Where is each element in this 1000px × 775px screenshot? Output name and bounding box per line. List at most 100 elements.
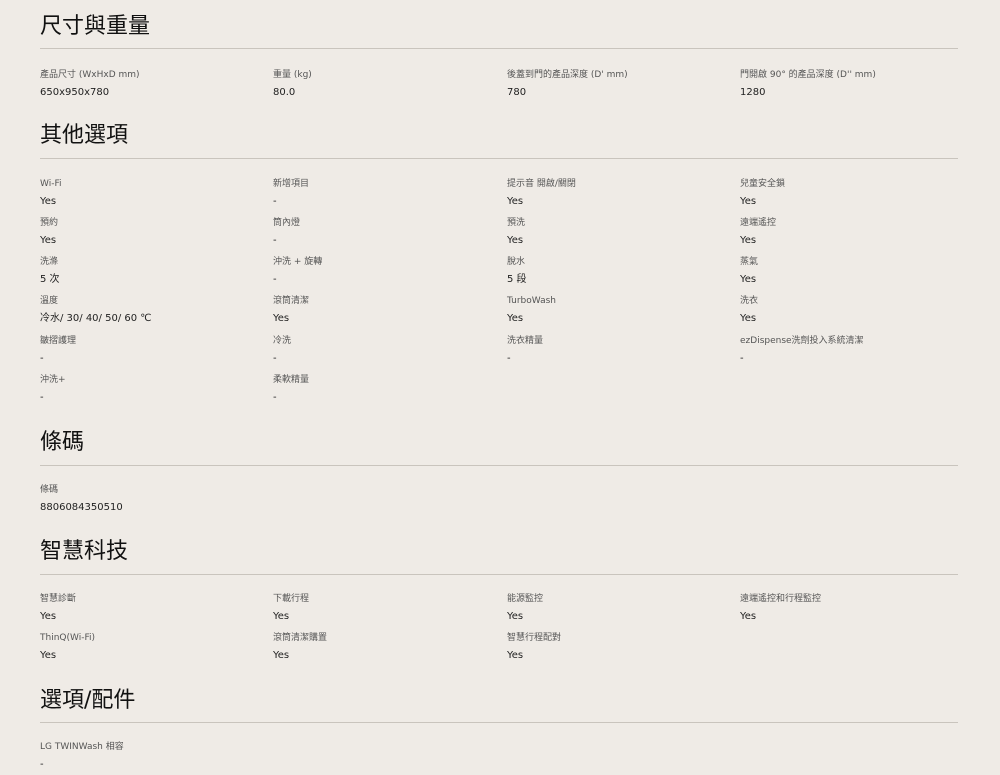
spec-label: 後蓋到門的產品深度 (D' mm) [507,70,628,80]
dimensions-section: 尺寸與重量 產品尺寸 (WxHxD mm) 650x950x780 重量 (kg… [40,12,958,102]
spec-value: 8806084350510 [40,502,123,513]
section-divider [40,722,958,723]
spec-value: - [273,353,277,364]
spec-item: 條碼 8806084350510 [40,484,265,515]
spec-value: Yes [740,196,757,207]
spec-item: 滾筒清潔 Yes [273,295,498,326]
spec-label: 預洗 [507,218,526,228]
spec-label: 預約 [40,218,59,228]
spec-item: 新增項目 - [273,178,498,209]
spec-value: 780 [507,87,527,98]
spec-item: LG TWINWash 相容 - [40,741,265,772]
spec-label: 滾筒清潔 [273,296,310,306]
spec-label: 智慧行程配對 [507,633,562,643]
spec-item: ezDispense洗劑投入系統清潔 - [740,335,965,366]
spec-item: 滾筒清潔購置 Yes [273,632,498,663]
spec-value: - [273,392,277,403]
spec-value: 5 段 [507,274,527,285]
spec-label: 遠端遙控和行程監控 [740,594,822,604]
spec-label: ThinQ(Wi-Fi) [40,633,95,643]
spec-label: 下載行程 [273,594,310,604]
spec-item: 沖洗+ - [40,374,265,405]
spec-label: 重量 (kg) [273,70,312,80]
spec-value: Yes [740,235,757,246]
section-divider [40,465,958,466]
spec-value: Yes [40,235,57,246]
spec-label: 產品尺寸 (WxHxD mm) [40,70,140,80]
spec-value: Yes [507,611,524,622]
spec-item: 預洗 Yes [507,217,732,248]
spec-label: 洗衣 [740,296,759,306]
section-title-accessories: 選項/配件 [40,688,136,713]
spec-item: 柔軟精量 - [273,374,498,405]
spec-label: 筒內燈 [273,218,301,228]
spec-item: 能源監控 Yes [507,593,732,624]
spec-label: LG TWINWash 相容 [40,742,124,752]
spec-value: Yes [507,650,524,661]
spec-item: 沖洗 + 旋轉 - [273,256,498,287]
spec-item: 皺摺護理 - [40,335,265,366]
spec-item: 兒童安全鎖 Yes [740,178,965,209]
spec-label: Wi-Fi [40,179,62,189]
spec-value: - [507,353,511,364]
spec-item: 筒內燈 - [273,217,498,248]
spec-value: Yes [740,313,757,324]
spec-label: 新增項目 [273,179,310,189]
spec-label: 門開啟 90° 的產品深度 (D'' mm) [740,70,876,80]
spec-value: - [40,392,44,403]
spec-item: 蒸氣 Yes [740,256,965,287]
spec-label: 洗衣精量 [507,336,544,346]
spec-value: Yes [40,196,57,207]
spec-value: Yes [507,235,524,246]
spec-label: 遠端遙控 [740,218,777,228]
spec-item: 重量 (kg) 80.0 [273,69,498,100]
spec-item: 冷洗 - [273,335,498,366]
spec-item: ThinQ(Wi-Fi) Yes [40,632,265,663]
spec-value: 1280 [740,87,766,98]
spec-label: 柔軟精量 [273,375,310,385]
spec-label: TurboWash [507,296,556,306]
spec-item: 溫度 冷水/ 30/ 40/ 50/ 60 ℃ [40,295,265,326]
section-divider [40,574,958,575]
spec-item: 遠端遙控和行程監控 Yes [740,593,965,624]
spec-label: 皺摺護理 [40,336,77,346]
spec-value: Yes [273,313,290,324]
section-divider [40,48,958,49]
spec-item: 智慧診斷 Yes [40,593,265,624]
options-section: 其他選項 Wi-Fi Yes 新增項目 - 提示音 開啟/關閉 Yes 兒童安全… [40,121,958,411]
spec-item: 門開啟 90° 的產品深度 (D'' mm) 1280 [740,69,965,100]
spec-label: 沖洗+ [40,375,66,385]
section-title-smart-tech: 智慧科技 [40,539,129,564]
spec-item: 產品尺寸 (WxHxD mm) 650x950x780 [40,69,265,100]
spec-label: 兒童安全鎖 [740,179,786,189]
spec-item: 後蓋到門的產品深度 (D' mm) 780 [507,69,732,100]
spec-value: Yes [507,313,524,324]
spec-value: - [40,353,44,364]
spec-item: 預約 Yes [40,217,265,248]
spec-value: - [273,196,277,207]
spec-label: 沖洗 + 旋轉 [273,257,323,267]
spec-value: - [740,353,744,364]
accessories-section: 選項/配件 LG TWINWash 相容 - [40,686,958,771]
section-divider [40,158,958,159]
spec-label: 冷洗 [273,336,292,346]
spec-page: 尺寸與重量 產品尺寸 (WxHxD mm) 650x950x780 重量 (kg… [0,0,1000,775]
barcode-section: 條碼 條碼 8806084350510 [40,428,958,518]
spec-value: Yes [40,611,57,622]
spec-label: 提示音 開啟/關閉 [507,179,576,189]
section-title-options: 其他選項 [40,123,129,148]
spec-label: 蒸氣 [740,257,759,267]
spec-item: 智慧行程配對 Yes [507,632,732,663]
spec-item: 提示音 開啟/關閉 Yes [507,178,732,209]
spec-value: Yes [273,650,290,661]
spec-value: 5 次 [40,274,60,285]
spec-item: 洗衣 Yes [740,295,965,326]
spec-value: 80.0 [273,87,296,98]
spec-item: 洗衣精量 - [507,335,732,366]
spec-label: 溫度 [40,296,59,306]
spec-label: 智慧診斷 [40,594,77,604]
spec-value: Yes [40,650,57,661]
spec-item: 洗滌 5 次 [40,256,265,287]
spec-value: Yes [507,196,524,207]
spec-item: 下載行程 Yes [273,593,498,624]
